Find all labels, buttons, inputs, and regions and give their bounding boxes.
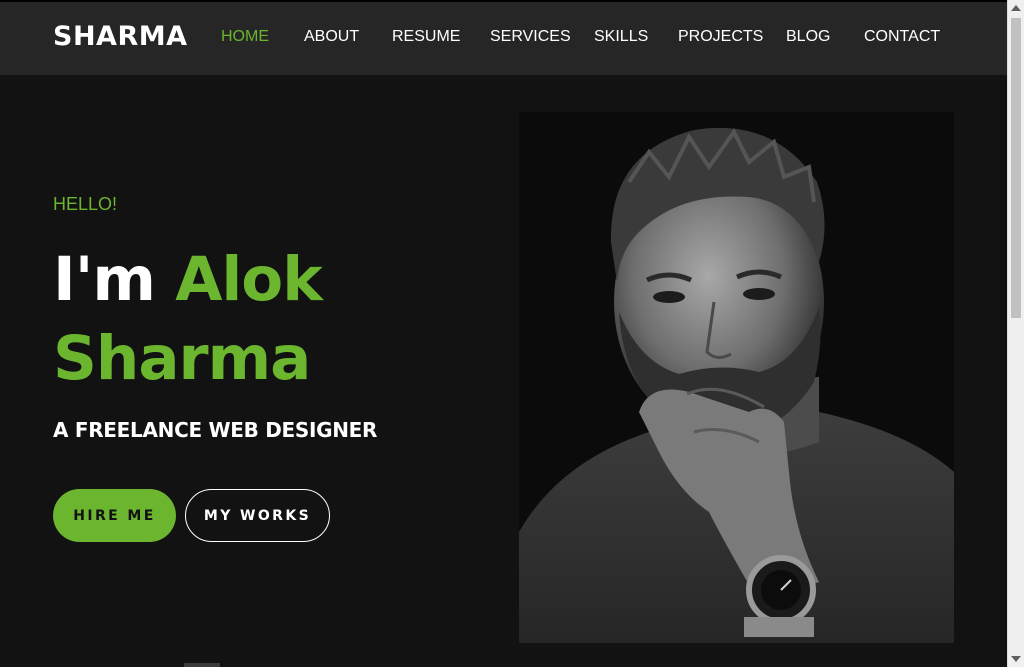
nav-item-resume[interactable]: RESUME [392,28,460,46]
headline-name-first: Alok [175,244,323,315]
browser-viewport: SHARMA HOME ABOUT RESUME SERVICES SKILLS… [0,0,1024,667]
my-works-button[interactable]: MY WORKS [185,489,330,542]
vertical-scrollbar[interactable] [1007,0,1024,667]
top-navbar: SHARMA HOME ABOUT RESUME SERVICES SKILLS… [0,0,1007,75]
nav-item-about[interactable]: ABOUT [304,28,359,46]
nav-item-services[interactable]: SERVICES [490,28,571,46]
portrait-photo [519,112,954,643]
nav-item-projects[interactable]: PROJECTS [678,28,763,46]
portrait-illustration [519,112,954,643]
window-top-border [0,0,1024,2]
nav-item-home[interactable]: HOME [221,28,269,46]
hire-me-button[interactable]: HIRE ME [53,489,176,542]
scrollbar-thumb[interactable] [1011,18,1021,318]
headline-name-last: Sharma [53,323,311,394]
nav-item-skills[interactable]: SKILLS [594,28,648,46]
hero-greeting: HELLO! [53,194,118,214]
hero-headline: I'm Alok Sharma [53,240,473,398]
section-indicator [184,663,220,667]
hero-tagline: A FREELANCE WEB DESIGNER [53,418,378,442]
scroll-down-arrow-icon[interactable] [1011,656,1021,662]
scroll-up-arrow-icon[interactable] [1011,5,1021,11]
nav-item-contact[interactable]: CONTACT [864,28,940,46]
headline-prefix: I'm [53,244,156,315]
nav-item-blog[interactable]: BLOG [786,28,830,46]
brand-logo[interactable]: SHARMA [53,21,188,52]
